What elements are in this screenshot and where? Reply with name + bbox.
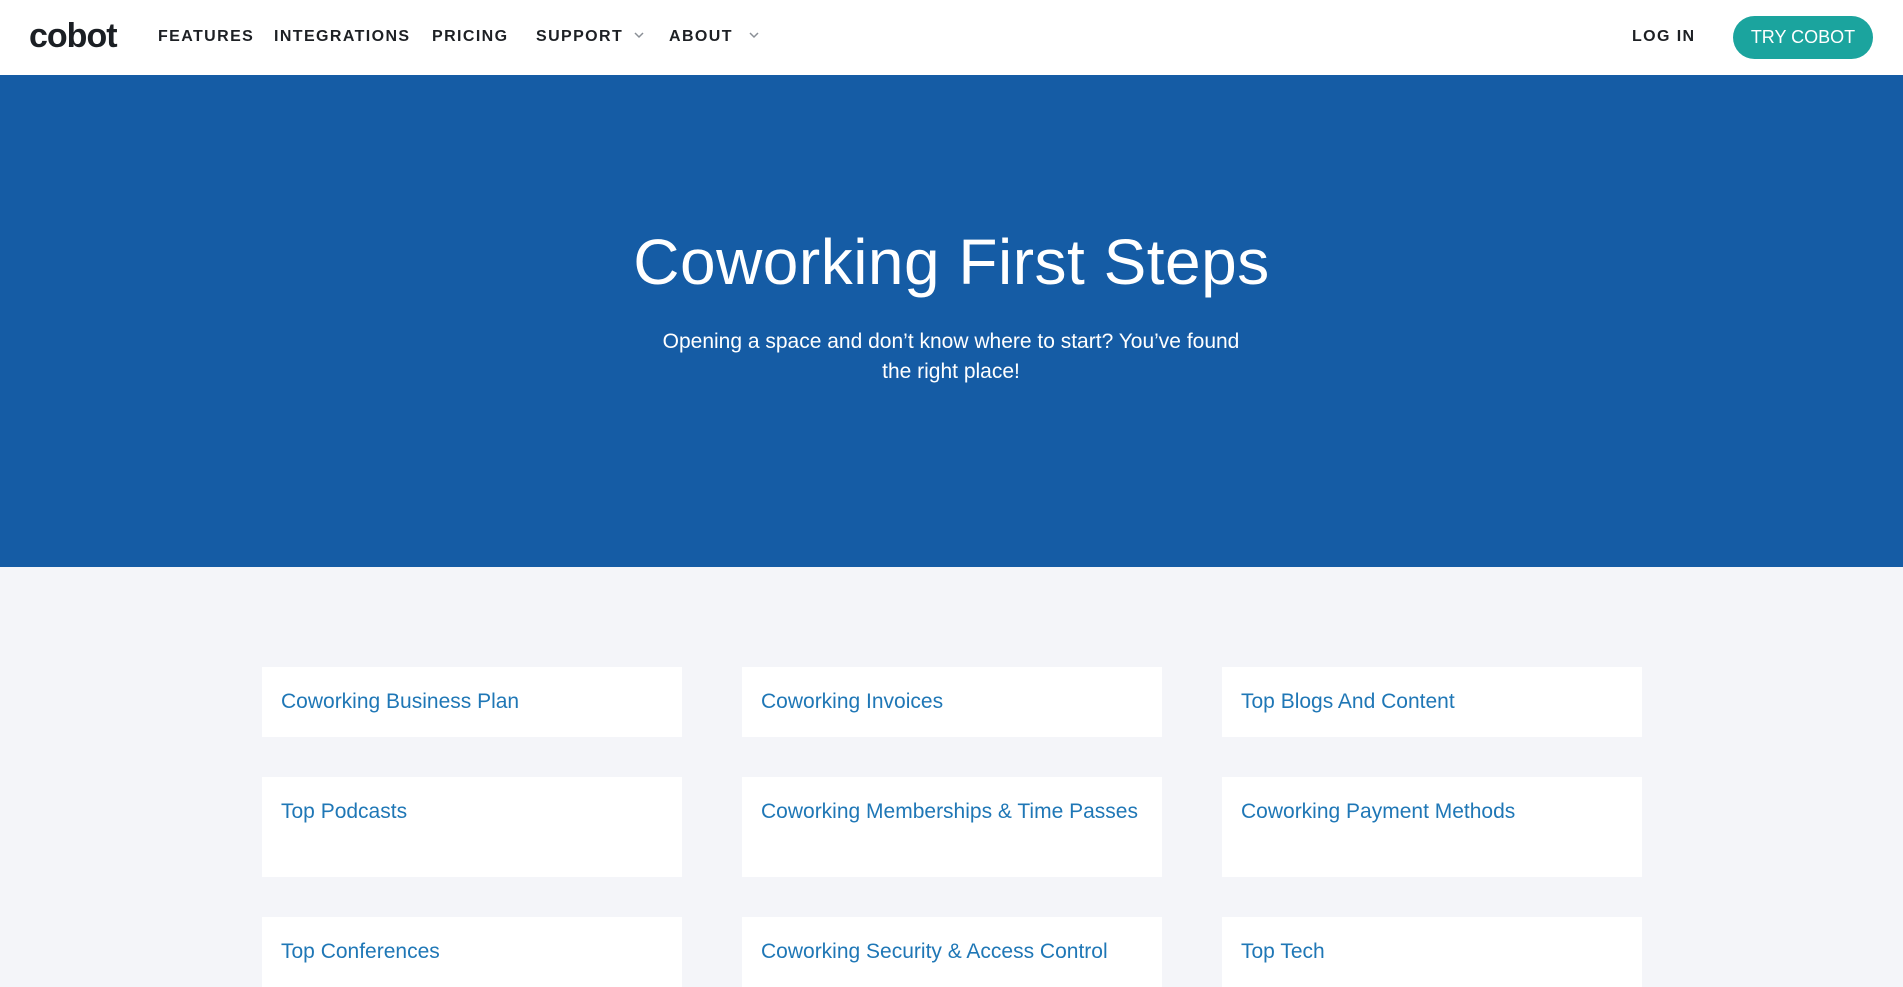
nav-integrations[interactable]: INTEGRATIONS	[274, 28, 411, 46]
card-payment-methods[interactable]: Coworking Payment Methods	[1222, 777, 1642, 877]
card-business-plan[interactable]: Coworking Business Plan	[262, 667, 682, 737]
try-cobot-button[interactable]: TRY COBOT	[1733, 16, 1873, 59]
card-conferences[interactable]: Top Conferences	[262, 917, 682, 987]
topic-grid: Coworking Business Plan Coworking Invoic…	[0, 567, 1903, 987]
logo-text: cobot	[29, 16, 118, 55]
card-memberships[interactable]: Coworking Memberships & Time Passes	[742, 777, 1162, 877]
cobot-logo[interactable]: cobot	[29, 16, 118, 56]
card-podcasts[interactable]: Top Podcasts	[262, 777, 682, 877]
login-link[interactable]: LOG IN	[1632, 28, 1696, 46]
nav-support[interactable]: SUPPORT	[536, 28, 623, 46]
nav-about[interactable]: ABOUT	[669, 28, 733, 46]
nav-features[interactable]: FEATURES	[158, 28, 254, 46]
nav-pricing[interactable]: PRICING	[432, 28, 508, 46]
card-tech[interactable]: Top Tech	[1222, 917, 1642, 987]
card-blogs-content[interactable]: Top Blogs And Content	[1222, 667, 1642, 737]
about-chevron-down-icon[interactable]	[747, 28, 761, 42]
top-navigation: cobot FEATURES INTEGRATIONS PRICING SUPP…	[0, 0, 1903, 75]
hero-subtitle: Opening a space and don’t know where to …	[662, 330, 1240, 383]
card-security-access[interactable]: Coworking Security & Access Control	[742, 917, 1162, 987]
support-chevron-down-icon[interactable]	[632, 28, 646, 42]
hero-banner: Coworking First Steps Opening a space an…	[0, 75, 1903, 567]
card-invoices[interactable]: Coworking Invoices	[742, 667, 1162, 737]
page-title: Coworking First Steps	[633, 226, 1270, 298]
